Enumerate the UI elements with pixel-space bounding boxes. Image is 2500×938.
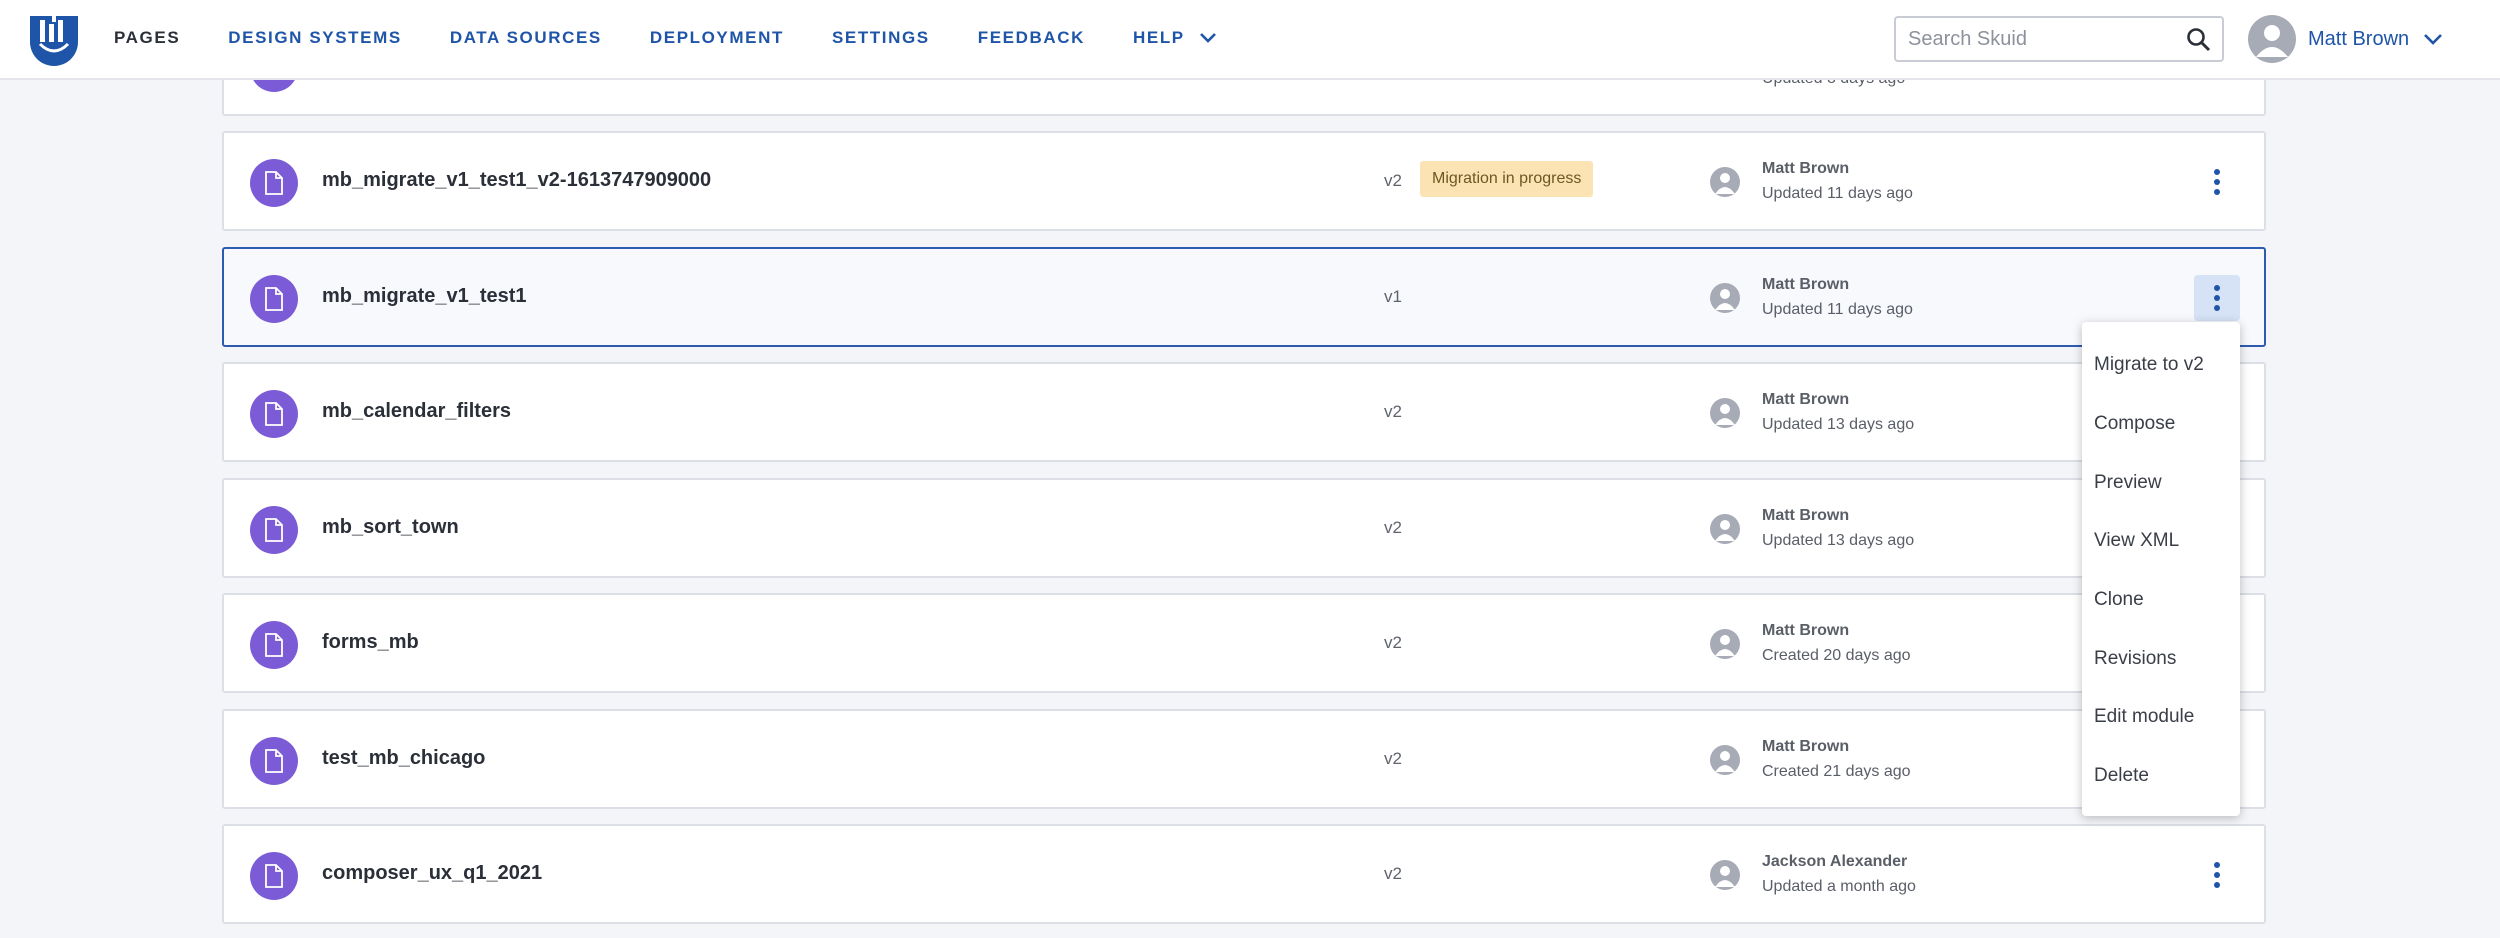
page-updated: Updated a month ago: [1762, 878, 1916, 895]
page-author: Matt Brown: [1762, 391, 1850, 408]
nav-help-label: HELP: [1133, 28, 1185, 47]
nav-deployment[interactable]: DEPLOYMENT: [650, 28, 784, 48]
page-updated: Updated 11 days ago: [1762, 185, 1913, 202]
page-version: v1: [1384, 287, 1402, 306]
nav-settings[interactable]: SETTINGS: [832, 28, 930, 48]
page-file-icon: [250, 852, 298, 900]
nav-deployment-label: DEPLOYMENT: [649, 28, 784, 47]
page-file-icon: [250, 621, 298, 669]
user-name: Matt Brown: [2308, 27, 2410, 50]
skuid-logo[interactable]: [28, 14, 80, 66]
nav-settings-label: SETTINGS: [831, 28, 930, 47]
menu-item-edit-module[interactable]: Edit module: [2082, 688, 2240, 747]
nav-design-systems[interactable]: DESIGN SYSTEMS: [228, 28, 402, 48]
page-row[interactable]: mb_sort_town v2 Matt Brown Updated 13 da…: [222, 478, 2266, 578]
page-version: v2: [1384, 864, 1402, 883]
nav-feedback[interactable]: FEEDBACK: [978, 28, 1085, 48]
page-version: v2: [1384, 749, 1402, 768]
page-row[interactable]: test_mb_chicago v2 Matt Brown Created 21…: [222, 709, 2266, 809]
main-nav: PAGES DESIGN SYSTEMS DATA SOURCES DEPLOY…: [114, 0, 1265, 76]
page-name[interactable]: composer_ux_q1_2021: [322, 862, 542, 885]
author-avatar: [1710, 860, 1740, 890]
author-avatar: [1710, 629, 1740, 659]
menu-item-compose[interactable]: Compose: [2082, 395, 2240, 454]
nav-design-systems-label: DESIGN SYSTEMS: [228, 28, 402, 47]
page-actions-menu: Migrate to v2 Compose Preview View XML C…: [2082, 322, 2240, 816]
page-file-icon: [250, 390, 298, 438]
author-avatar: [1710, 398, 1740, 428]
nav-feedback-label: FEEDBACK: [977, 28, 1085, 47]
page-updated: Updated 13 days ago: [1762, 416, 1915, 433]
chevron-down-icon: [1199, 32, 1217, 44]
nav-pages-label: PAGES: [114, 28, 181, 47]
top-nav-bar: PAGES DESIGN SYSTEMS DATA SOURCES DEPLOY…: [0, 0, 2500, 80]
page-name[interactable]: forms_mb: [322, 631, 419, 654]
page-row[interactable]: forms_mb v2 Matt Brown Created 20 days a…: [222, 593, 2266, 693]
more-options-button[interactable]: [2194, 852, 2240, 898]
page-row[interactable]: mb_migrate_v1_test1_v2-1613747909000 v2 …: [222, 131, 2266, 231]
page-version: v2: [1384, 518, 1402, 537]
page-name[interactable]: mb_sort_town: [322, 516, 459, 539]
nav-data-sources[interactable]: DATA SOURCES: [450, 28, 602, 48]
author-avatar: [1710, 167, 1740, 197]
page-author: Matt Brown: [1762, 160, 1850, 177]
page-updated: Updated 11 days ago: [1762, 301, 1913, 318]
user-avatar: [2248, 15, 2296, 63]
page-author: Matt Brown: [1762, 738, 1850, 755]
status-badge: Migration in progress: [1420, 161, 1594, 197]
search-input[interactable]: [1896, 27, 2166, 51]
page-version: v2: [1384, 633, 1402, 652]
menu-item-migrate-to-v2[interactable]: Migrate to v2: [2082, 336, 2240, 395]
menu-item-clone[interactable]: Clone: [2082, 571, 2240, 630]
page-name[interactable]: mb_migrate_v1_test1: [322, 285, 527, 308]
menu-item-revisions[interactable]: Revisions: [2082, 629, 2240, 688]
search-icon[interactable]: [2186, 27, 2212, 58]
page-name[interactable]: mb_migrate_v1_test1_v2-1613747909000: [322, 169, 711, 192]
page-row[interactable]: mb_calendar_filters v2 Matt Brown Update…: [222, 362, 2266, 462]
chevron-down-icon: [2423, 33, 2443, 46]
page-version: v2: [1384, 171, 1402, 190]
page-author: Matt Brown: [1762, 276, 1850, 293]
page-row[interactable]: composer_ux_q1_2021 v2 Jackson Alexander…: [222, 824, 2266, 924]
author-avatar: [1710, 283, 1740, 313]
nav-pages[interactable]: PAGES: [114, 28, 180, 48]
page-list: Updated 8 days ago mb_migrate_v1_test1_v…: [222, 0, 2266, 938]
more-options-button[interactable]: [2194, 275, 2240, 321]
menu-item-delete[interactable]: Delete: [2082, 747, 2240, 806]
page-author: Matt Brown: [1762, 507, 1850, 524]
page-file-icon: [250, 275, 298, 323]
page-row-selected[interactable]: mb_migrate_v1_test1 v1 Matt Brown Update…: [222, 247, 2266, 347]
nav-data-sources-label: DATA SOURCES: [449, 28, 602, 47]
page-updated: Created 21 days ago: [1762, 763, 1911, 780]
page-file-icon: [250, 737, 298, 785]
author-avatar: [1710, 514, 1740, 544]
page-author: Jackson Alexander: [1762, 853, 1908, 870]
user-menu[interactable]: Matt Brown: [2248, 14, 2443, 64]
page-author: Matt Brown: [1762, 622, 1850, 639]
page-file-icon: [250, 506, 298, 554]
menu-item-preview[interactable]: Preview: [2082, 453, 2240, 512]
author-avatar: [1710, 745, 1740, 775]
page-name[interactable]: test_mb_chicago: [322, 747, 485, 770]
menu-item-view-xml[interactable]: View XML: [2082, 512, 2240, 571]
nav-help[interactable]: HELP: [1133, 28, 1217, 48]
page-version: v2: [1384, 402, 1402, 421]
page-name[interactable]: mb_calendar_filters: [322, 400, 511, 423]
page-file-icon: [250, 159, 298, 207]
page-updated: Updated 13 days ago: [1762, 532, 1915, 549]
page-updated: Created 20 days ago: [1762, 647, 1911, 664]
search-box: [1894, 16, 2224, 62]
more-options-button[interactable]: [2194, 159, 2240, 205]
